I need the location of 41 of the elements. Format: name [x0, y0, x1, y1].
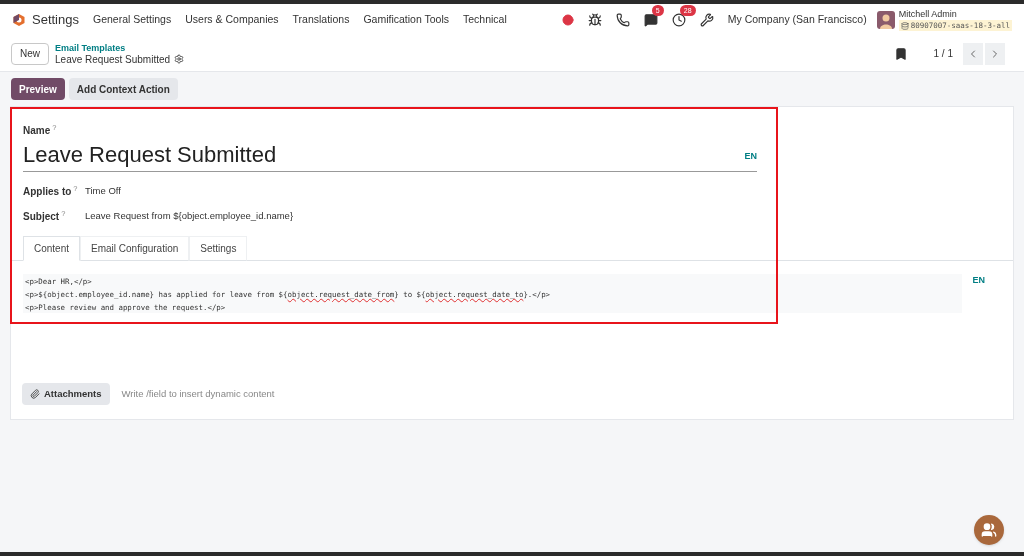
action-button[interactable]: Add Context Action [68, 78, 178, 100]
field-label: Subject $^{?}$ [23, 209, 67, 224]
language-button[interactable]: EN [972, 274, 985, 313]
action-button[interactable]: Preview [11, 78, 65, 100]
tab[interactable]: Settings [189, 236, 248, 261]
editor-hint: Write /field to insert dynamic content [121, 386, 275, 401]
phone-icon[interactable] [615, 13, 630, 27]
app-logo-icon[interactable] [12, 13, 26, 27]
database-icon [900, 21, 909, 30]
avatar-icon[interactable] [876, 11, 895, 29]
menu-item[interactable]: Gamification Tools [363, 12, 449, 28]
chat-bubble-button[interactable] [974, 515, 1004, 545]
bug-icon[interactable] [587, 13, 602, 27]
user-name: Mitchell Admin [898, 9, 958, 20]
app-title[interactable]: Settings [32, 10, 79, 30]
breadcrumb-link[interactable]: Email Templates [55, 42, 185, 54]
language-button[interactable]: EN [744, 149, 757, 163]
new-button[interactable]: New [11, 42, 49, 65]
tab[interactable]: Email Configuration [80, 236, 190, 261]
pager-value[interactable]: 1 / 1 [933, 46, 953, 61]
record-title: Leave Request Submitted [55, 53, 171, 65]
menu-item[interactable]: Technical [463, 12, 507, 28]
name-field[interactable]: Leave Request Submitted EN [23, 141, 757, 172]
menu-item[interactable]: General Settings [93, 12, 172, 28]
bookmark-icon[interactable] [893, 46, 908, 61]
settings-icon[interactable] [174, 54, 185, 64]
people-icon [981, 522, 997, 538]
field-value[interactable]: Leave Request from ${object.employee_id.name} [85, 209, 294, 224]
field-label: Name $^{?}$ [23, 125, 57, 136]
paperclip-icon [30, 389, 40, 399]
field-label: Applies to $^{?}$ [23, 184, 79, 199]
clock-icon[interactable] [671, 13, 686, 27]
tab[interactable]: Content [23, 236, 81, 261]
record-icon[interactable] [561, 14, 574, 26]
menu-item[interactable]: Users & Companies [185, 12, 279, 28]
field-value[interactable]: Time Off [85, 184, 121, 199]
company-switcher[interactable]: My Company (San Francisco) [727, 12, 867, 28]
attachments-button[interactable]: Attachments [22, 383, 110, 405]
tools-icon[interactable] [699, 13, 714, 27]
chat-icon[interactable] [643, 13, 658, 27]
menu-item[interactable]: Translations [292, 12, 350, 28]
